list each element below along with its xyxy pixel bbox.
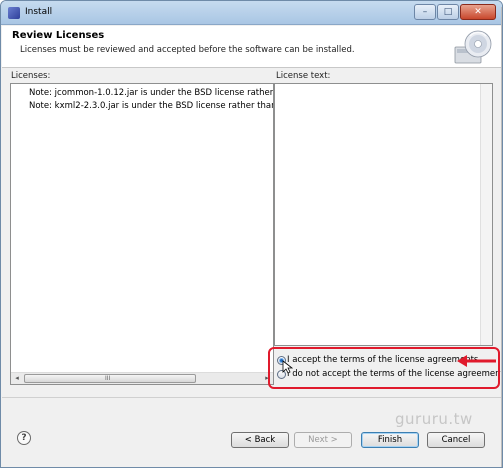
watermark-text: gururu.tw <box>395 410 473 428</box>
mouse-cursor-icon <box>282 360 293 374</box>
maximize-button[interactable]: □ <box>437 4 459 20</box>
page-description: Licenses must be reviewed and accepted b… <box>20 45 355 55</box>
window-controls: – □ ✕ <box>413 4 496 21</box>
licenses-label: Licenses: <box>11 71 51 81</box>
scroll-grip: III <box>105 375 111 382</box>
next-button[interactable]: Next > <box>294 432 352 448</box>
horizontal-scrollbar[interactable]: ◂ III ▸ <box>11 372 273 384</box>
minimize-button[interactable]: – <box>414 4 436 20</box>
license-item[interactable]: Note: kxml2-2.3.0.jar is under the BSD l… <box>29 101 273 111</box>
license-item[interactable]: Note: jcommon-1.0.12.jar is under the BS… <box>29 88 273 98</box>
page-title: Review Licenses <box>12 30 105 41</box>
licenses-tree[interactable]: Note: jcommon-1.0.12.jar is under the BS… <box>10 83 274 385</box>
app-icon <box>8 7 20 19</box>
license-text-area[interactable] <box>274 83 493 346</box>
finish-button[interactable]: Finish <box>361 432 419 448</box>
window-edge <box>501 7 502 467</box>
window-title: Install <box>25 7 53 17</box>
install-dialog: Install – □ ✕ Review Licenses Licenses m… <box>0 0 503 468</box>
wizard-header: Review Licenses Licenses must be reviewe… <box>2 26 502 68</box>
title-bar[interactable]: Install – □ ✕ <box>1 1 502 25</box>
back-button[interactable]: < Back <box>231 432 289 448</box>
annotation-arrow-icon <box>457 355 496 367</box>
vertical-scrollbar[interactable] <box>480 84 492 345</box>
cancel-button[interactable]: Cancel <box>427 432 485 448</box>
license-text-label: License text: <box>276 71 331 81</box>
scroll-thumb[interactable]: III <box>24 374 196 383</box>
footer-divider <box>2 397 502 398</box>
close-button[interactable]: ✕ <box>460 4 496 20</box>
cd-install-icon <box>454 30 492 64</box>
help-icon[interactable]: ? <box>17 431 31 445</box>
scroll-left-icon[interactable]: ◂ <box>11 373 23 384</box>
